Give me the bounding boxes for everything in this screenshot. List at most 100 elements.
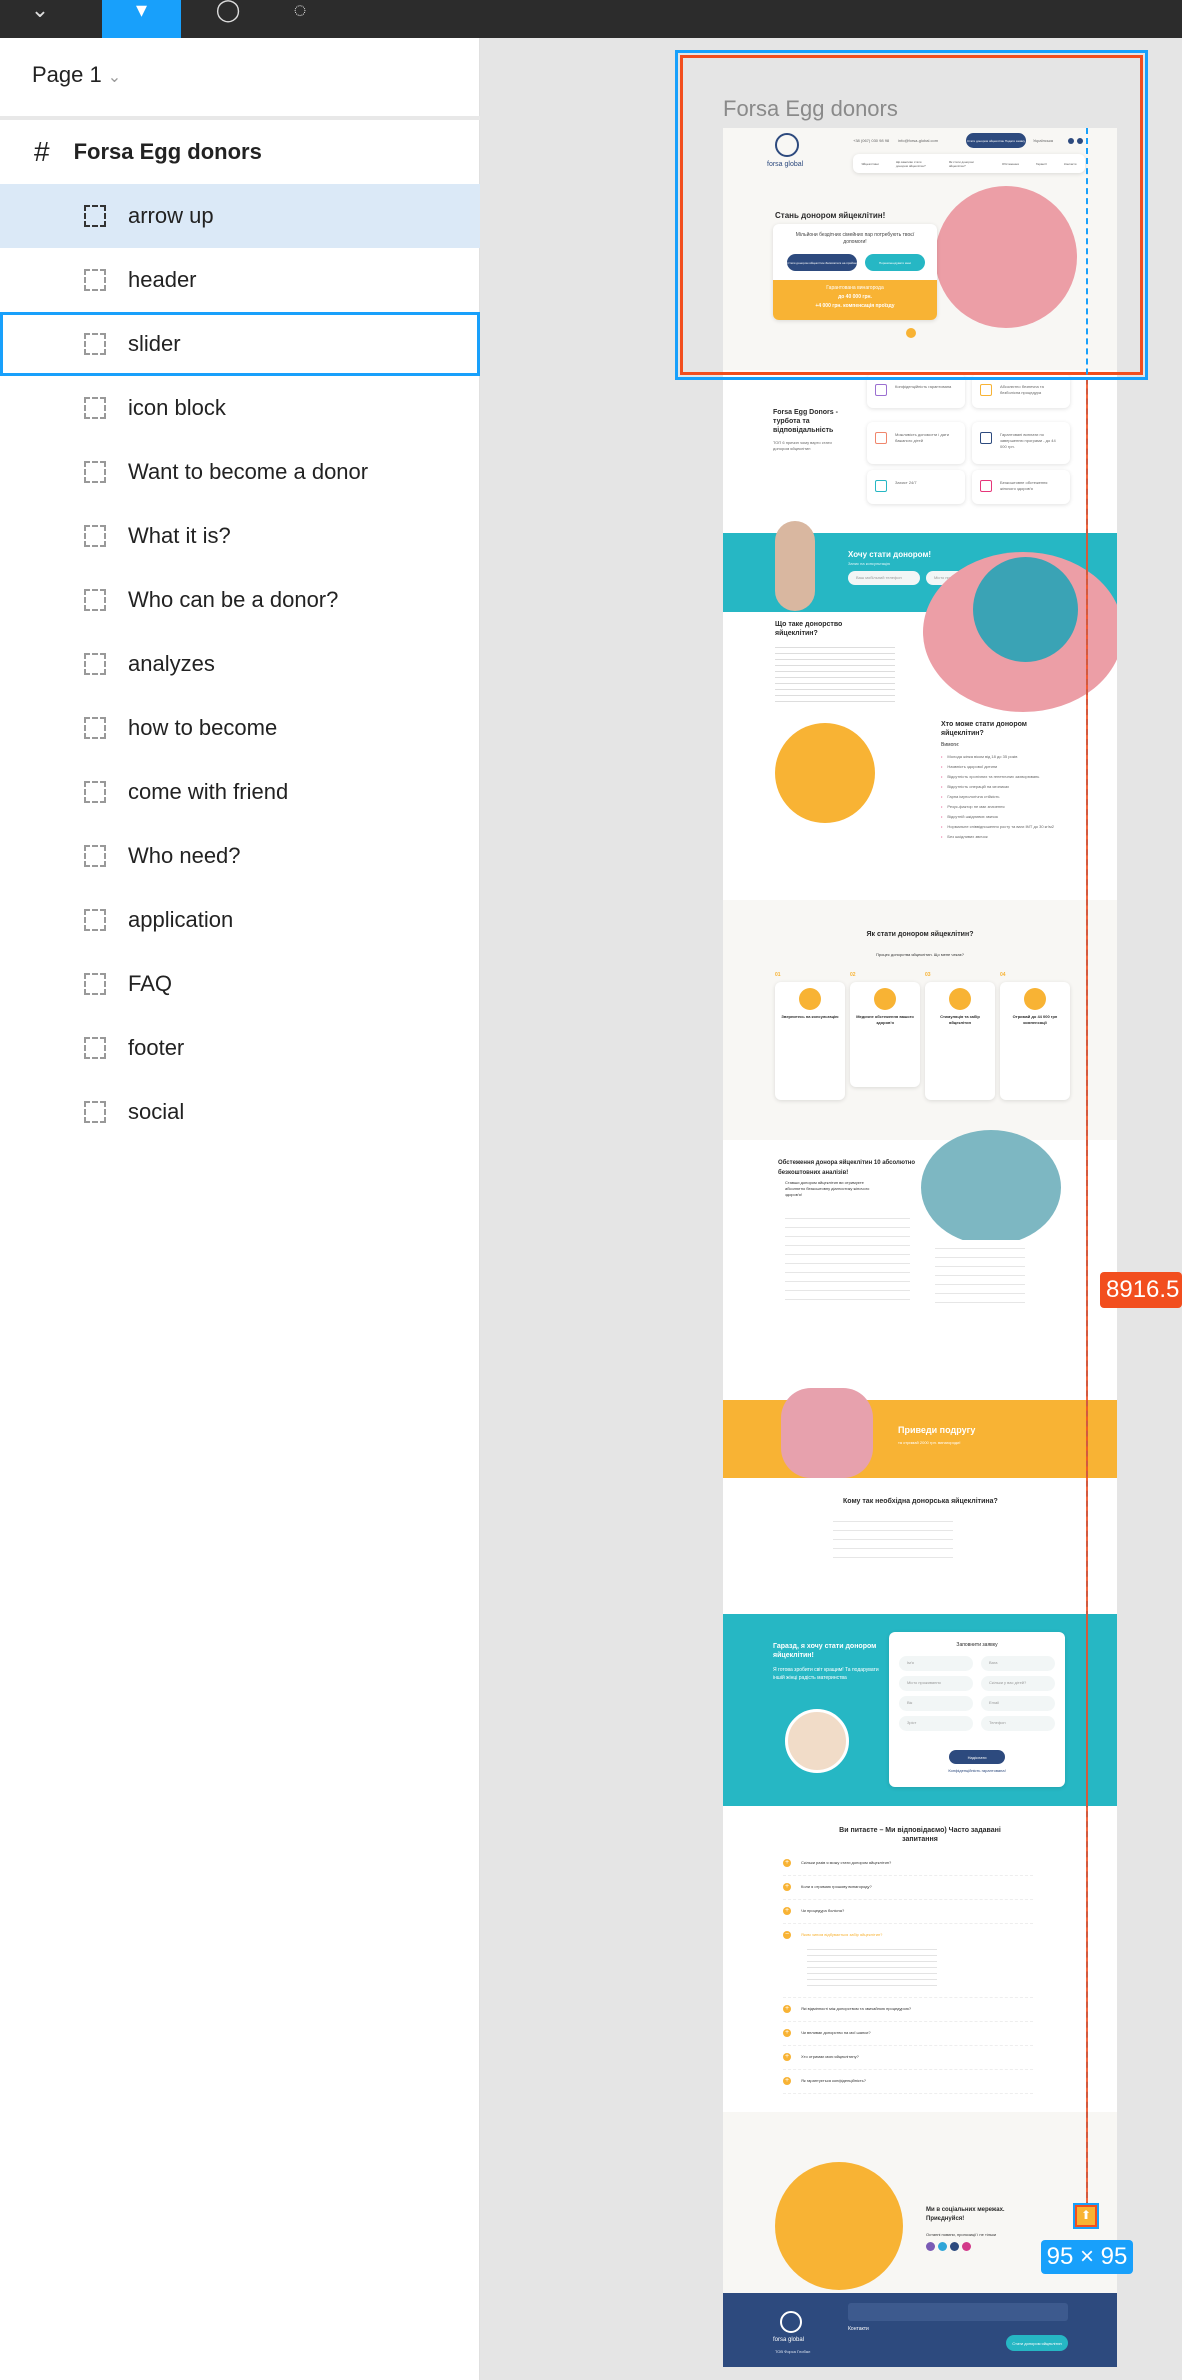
arrow-up-icon[interactable]: ⬆ [1073, 2203, 1099, 2229]
layer-row[interactable]: analyzes [0, 632, 480, 696]
step-card: Звернитесь на консультацію [775, 982, 845, 1100]
layer-row[interactable]: footer [0, 1016, 480, 1080]
layer-row[interactable]: how to become [0, 696, 480, 760]
step-title: Стимуляція та забір яйцеклітин [940, 1014, 980, 1025]
layer-label: how to become [128, 715, 278, 740]
privacy-link[interactable]: Конфіденційність гарантована! [889, 1768, 1065, 1774]
form-field[interactable]: Місто проживання [899, 1676, 973, 1691]
comment-tool-icon[interactable]: ◌ [270, 0, 330, 38]
layer-label: header [128, 267, 197, 292]
layer-row[interactable]: header [0, 248, 480, 312]
layer-row[interactable]: icon block [0, 376, 480, 440]
layer-row[interactable]: come with friend [0, 760, 480, 824]
form-field[interactable]: Зріст [899, 1716, 973, 1731]
requirement-item: Відсутність операцій на яєчниках [941, 784, 1009, 789]
faq-title: Ви питаєте – Ми відповідаємо) Часто зада… [839, 1827, 1001, 1843]
selection-box [675, 50, 1148, 380]
form-field[interactable]: Скільки у вас дітей? [981, 1676, 1055, 1691]
requirement-item: Гарна імунологічна стійкість [941, 794, 999, 799]
form-field[interactable]: Вага [981, 1656, 1055, 1671]
layer-row[interactable]: slider [0, 312, 480, 376]
phone-input[interactable]: Ваш мобільний телефон [848, 571, 920, 585]
faq-question[interactable]: Чи процедура болісна? [801, 1908, 844, 1914]
form-field[interactable]: Вік [899, 1696, 973, 1711]
what-it-is-section: Що таке донорство яйцеклітин? [723, 552, 1117, 720]
move-tool-icon[interactable]: ⌄ [10, 0, 70, 38]
faq-question[interactable]: Хто отримає мою яйцеклітину? [801, 2054, 859, 2060]
facebook-icon[interactable] [950, 2242, 959, 2251]
faq-question[interactable]: Які відмінності між донорством та звичай… [801, 2006, 911, 2012]
frame-layer-icon [84, 973, 106, 995]
step-number: 04 [1000, 972, 1006, 978]
feature-text: Безкоштовне обстеження жіночого здоров'я [1000, 480, 1048, 491]
page-selector[interactable]: Page 1 ⌄ [32, 62, 121, 88]
step-icon [874, 988, 896, 1010]
faq-question[interactable]: Скільки разів я можу стати донором яйцек… [801, 1860, 891, 1866]
form-field[interactable]: Ім'я [899, 1656, 973, 1671]
what-title: Що таке донорство яйцеклітин? [775, 621, 843, 637]
icon-card: Можливість допомогти і дати бажаного діт… [867, 422, 965, 464]
plus-icon[interactable]: + [783, 1859, 791, 1867]
form-submit-button[interactable]: Надіслати [949, 1750, 1005, 1764]
plus-icon[interactable]: + [783, 1907, 791, 1915]
minus-icon[interactable]: − [783, 1931, 791, 1939]
frame-tool-icon[interactable]: ▾ [102, 0, 181, 38]
layer-row[interactable]: Want to become a donor [0, 440, 480, 504]
faq-question[interactable]: Коли я отримаю грошову винагороду? [801, 1884, 872, 1890]
footer-section: forsa global ТОВ Форса Глобал Контакти С… [723, 2293, 1117, 2367]
form-field[interactable]: Email [981, 1696, 1055, 1711]
faq-question[interactable]: Яким чином відбувається забір яйцеклітин… [801, 1932, 882, 1938]
step-card: Отримай до 44 000 грн компенсації [1000, 982, 1070, 1100]
layer-row[interactable]: Who need? [0, 824, 480, 888]
top-toolbar: ⌄ ▾ ◯ ◌ [0, 0, 1182, 38]
faq-question[interactable]: Як гарантується конфіденційність? [801, 2078, 866, 2084]
microscope-image [921, 1130, 1061, 1245]
icon-card: Захист 24/7 [867, 470, 965, 504]
plus-icon[interactable]: + [783, 2029, 791, 2037]
step-number: 03 [925, 972, 931, 978]
viber-icon[interactable] [926, 2242, 935, 2251]
layer-row[interactable]: application [0, 888, 480, 952]
analyzes-section: Обстеження донора яйцеклітин 10 абсолютн… [723, 1130, 1117, 1400]
step-icon [799, 988, 821, 1010]
footer-contacts-title: Контакти [848, 2326, 869, 2332]
frame-layer-icon [84, 909, 106, 931]
faq-item[interactable]: + Чи впливає донорство на мої шанси? [783, 2026, 1033, 2046]
faq-item[interactable]: + Коли я отримаю грошову винагороду? [783, 1880, 1033, 1900]
frame-layer-icon [84, 397, 106, 419]
requirement-item: Без шкідливих звичок [941, 834, 987, 839]
telegram-icon[interactable] [938, 2242, 947, 2251]
layer-row[interactable]: arrow up [0, 184, 480, 248]
design-frame[interactable]: forsa global +38 (067) 030 98 98 info@fo… [723, 128, 1117, 2367]
form-field[interactable]: Телефон [981, 1716, 1055, 1731]
footer-cta-button[interactable]: Стати донором яйцеклітин [1006, 2335, 1068, 2351]
layer-label: come with friend [128, 779, 289, 804]
plus-icon[interactable]: + [783, 2005, 791, 2013]
want-subtitle: Запис на консультацію [848, 561, 891, 566]
requirements-label: Вимоги: [941, 742, 960, 748]
faq-item[interactable]: + Хто отримає мою яйцеклітину? [783, 2050, 1033, 2070]
frame-layer-icon [84, 269, 106, 291]
faq-item[interactable]: − Яким чином відбувається забір яйцекліти… [783, 1928, 1033, 1998]
faq-item[interactable]: + Які відмінності між донорством та звича… [783, 2002, 1033, 2022]
footer-logo-text: forsa global [773, 2337, 805, 2343]
faq-item[interactable]: + Як гарантується конфіденційність? [783, 2074, 1033, 2094]
instagram-icon[interactable] [962, 2242, 971, 2251]
plus-icon[interactable]: + [783, 1883, 791, 1891]
who-need-section: Кому так необхідна донорська яйцеклітина… [723, 1478, 1117, 1614]
layer-row[interactable]: social [0, 1080, 480, 1144]
faq-item[interactable]: + Скільки разів я можу стати донором яйце… [783, 1856, 1033, 1876]
layer-frame[interactable]: # Forsa Egg donors [0, 120, 480, 184]
step-card: Стимуляція та забір яйцеклітин [925, 982, 995, 1100]
page-label: Page 1 [32, 62, 102, 87]
layer-row[interactable]: FAQ [0, 952, 480, 1016]
baby-image [785, 1709, 849, 1773]
layer-row[interactable]: Who can be a donor? [0, 568, 480, 632]
plus-icon[interactable]: + [783, 2053, 791, 2061]
analyzes-list-left [785, 1210, 910, 1305]
faq-item[interactable]: + Чи процедура болісна? [783, 1904, 1033, 1924]
layer-row[interactable]: What it is? [0, 504, 480, 568]
shape-tool-icon[interactable]: ◯ [198, 0, 258, 38]
plus-icon[interactable]: + [783, 2077, 791, 2085]
faq-question[interactable]: Чи впливає донорство на мої шанси? [801, 2030, 871, 2036]
